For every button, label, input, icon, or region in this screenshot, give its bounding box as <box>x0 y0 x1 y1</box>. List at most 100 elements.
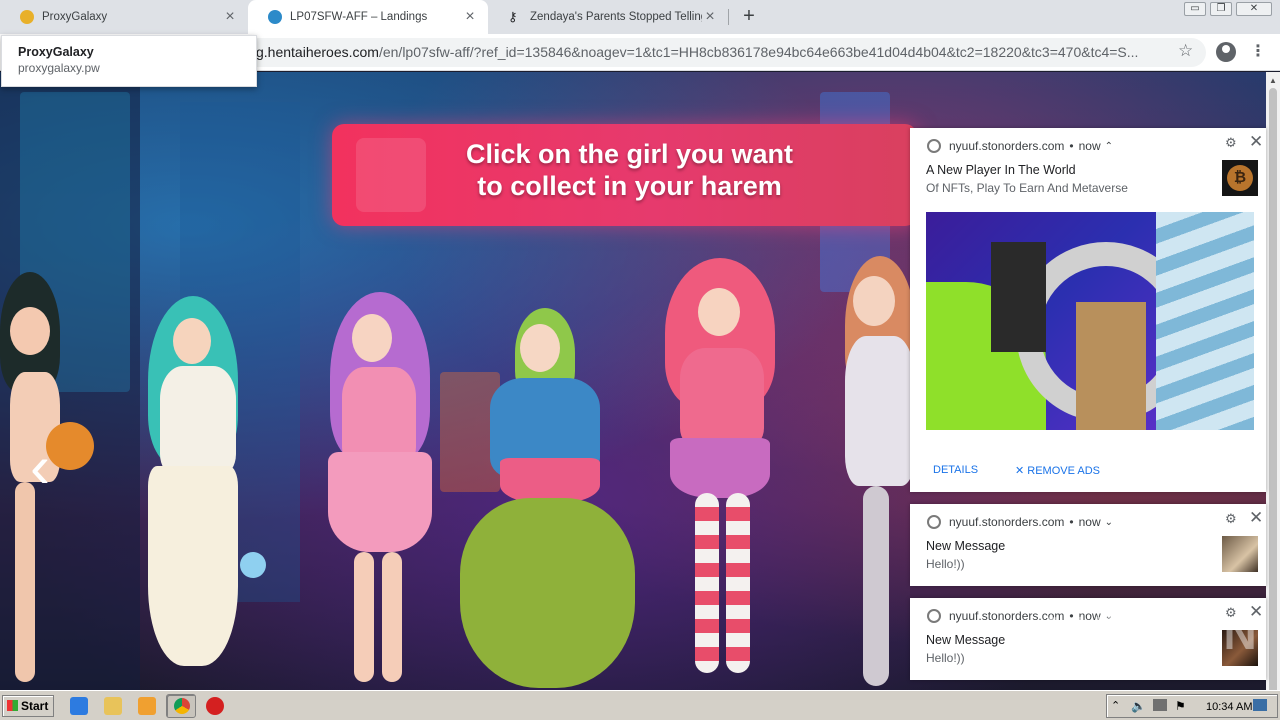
tab-landings[interactable]: LP07SFW-AFF – Landings × <box>248 0 488 34</box>
close-icon[interactable]: ✕ <box>1249 132 1263 152</box>
push-notification[interactable]: nyuuf.stonorders.com • now ⌃ ⚙ ✕ A New P… <box>910 128 1266 492</box>
gear-icon[interactable]: ⚙ <box>1225 135 1237 151</box>
character-face <box>352 314 392 362</box>
notification-title: A New Player In The World <box>926 163 1076 177</box>
chevron-down-icon[interactable]: ⌄ <box>1105 517 1113 528</box>
profile-avatar-icon[interactable] <box>1216 42 1236 62</box>
notification-time: now <box>1078 139 1101 153</box>
notification-title: New Message <box>926 633 1006 647</box>
character-dress <box>148 466 238 666</box>
close-window-button[interactable]: ✕ <box>1236 2 1272 16</box>
notification-source: nyuuf.stonorders.com <box>949 139 1065 153</box>
taskbar: Start ⌃ 🔈 ⚑ 10:34 AM <box>0 690 1280 720</box>
push-notification[interactable]: nyuuf.stonorders.com • now ⌄ ⚙ ✕ New Mes… <box>910 504 1266 586</box>
tab-strip: ProxyGalaxy × LP07SFW-AFF – Landings × ⚷… <box>0 0 1280 34</box>
character-leg <box>695 493 719 673</box>
hh-favicon-icon <box>268 10 282 24</box>
chrome-taskbar-button[interactable] <box>166 694 196 718</box>
minimize-button[interactable]: ▭ <box>1184 2 1206 16</box>
hover-card-title: ProxyGalaxy <box>18 45 94 59</box>
character-card[interactable] <box>650 258 790 678</box>
character-face <box>520 324 560 372</box>
banner-line-1: Click on the girl you want <box>465 139 794 169</box>
chevron-up-icon[interactable]: ⌃ <box>1111 699 1120 712</box>
character-leg <box>726 493 750 673</box>
close-icon[interactable]: ✕ <box>1249 508 1263 528</box>
notification-image[interactable] <box>926 212 1254 430</box>
new-tab-button[interactable]: + <box>738 6 760 28</box>
show-desktop-icon[interactable] <box>1253 699 1267 711</box>
character-body <box>845 336 915 486</box>
character-leg <box>354 552 374 682</box>
staff-orb <box>240 552 266 578</box>
notification-header: nyuuf.stonorders.com • now ⌃ <box>927 139 1113 153</box>
basketball-prop <box>46 422 94 470</box>
banner-line-2: to collect in your harem <box>477 171 782 201</box>
menu-kebab-icon[interactable]: ⋮ <box>1250 41 1266 61</box>
scroll-up-icon[interactable]: ▲ <box>1269 76 1277 85</box>
scrollbar-thumb[interactable] <box>1269 88 1277 696</box>
close-icon[interactable]: × <box>702 8 718 25</box>
character-leg <box>15 482 35 682</box>
snake-tail <box>460 498 635 688</box>
restore-button[interactable]: ❐ <box>1210 2 1232 16</box>
notification-header: nyuuf.stonorders.com • now ⌄ <box>927 515 1113 529</box>
tab-hover-card: ProxyGalaxy proxygalaxy.pw <box>1 35 257 87</box>
image-figure <box>991 242 1046 352</box>
key-icon: ⚷ <box>508 9 518 24</box>
bookmark-star-icon[interactable]: ☆ <box>1178 41 1193 61</box>
internet-explorer-icon[interactable] <box>70 697 88 715</box>
chrome-icon <box>174 698 190 714</box>
url-host: g.hentaiheroes.com <box>256 44 379 60</box>
notification-text: Of NFTs, Play To Earn And Metaverse <box>926 181 1128 195</box>
remove-ads-button[interactable]: ✕ REMOVE ADS <box>1015 464 1100 477</box>
hover-card-domain: proxygalaxy.pw <box>18 61 100 75</box>
character-body <box>680 348 764 448</box>
details-button[interactable]: DETAILS <box>933 464 978 476</box>
image-shape <box>1156 212 1254 430</box>
character-leg <box>863 486 889 686</box>
cta-banner[interactable]: Click on the girl you want to collect in… <box>332 124 917 226</box>
image-figure <box>1076 302 1146 430</box>
character-card[interactable] <box>320 292 440 682</box>
proxygalaxy-favicon-icon <box>20 10 34 24</box>
network-icon[interactable] <box>1153 699 1167 711</box>
page-scrollbar[interactable]: ▲ <box>1266 72 1280 696</box>
chrome-icon <box>927 139 941 153</box>
carousel-prev-arrow-icon[interactable]: ‹ <box>30 437 50 497</box>
character-card[interactable] <box>835 256 915 686</box>
anyrun-watermark: ANY RUN <box>1036 607 1259 659</box>
volume-icon[interactable]: 🔈 <box>1131 699 1146 713</box>
taskbar-clock: 10:34 AM <box>1206 701 1253 713</box>
close-icon[interactable]: × <box>462 8 478 25</box>
character-card[interactable] <box>0 272 100 682</box>
banner-text: Click on the girl you want to collect in… <box>332 138 927 202</box>
notification-source: nyuuf.stonorders.com <box>949 515 1065 529</box>
tab-zendaya[interactable]: ⚷ Zendaya's Parents Stopped Telling H × <box>488 0 728 34</box>
stop-icon[interactable] <box>206 697 224 715</box>
gear-icon[interactable]: ⚙ <box>1225 511 1237 527</box>
chrome-icon <box>927 515 941 529</box>
sender-avatar <box>1222 536 1258 572</box>
character-card[interactable] <box>138 296 266 686</box>
notification-time: now <box>1078 515 1101 529</box>
start-button[interactable]: Start <box>2 695 54 717</box>
character-dress <box>500 458 600 503</box>
notification-title: New Message <box>926 539 1006 553</box>
url-text[interactable]: g.hentaiheroes.com/en/lp07sfw-aff/?ref_i… <box>256 44 1166 60</box>
flag-icon[interactable]: ⚑ <box>1175 699 1186 713</box>
character-face <box>853 276 895 326</box>
close-icon[interactable]: × <box>222 8 238 25</box>
chrome-icon <box>927 609 941 623</box>
notification-text: Hello!)) <box>926 557 965 571</box>
character-body <box>160 366 236 476</box>
character-dress <box>328 452 432 552</box>
url-path: /en/lp07sfw-aff/?ref_id=135846&noagev=1&… <box>378 44 1139 60</box>
chevron-up-icon[interactable]: ⌃ <box>1105 141 1113 152</box>
tab-title: Zendaya's Parents Stopped Telling H <box>530 11 702 23</box>
character-leg <box>382 552 402 682</box>
character-card[interactable] <box>460 308 640 688</box>
media-player-icon[interactable] <box>138 697 156 715</box>
tab-proxygalaxy[interactable]: ProxyGalaxy × <box>0 0 248 34</box>
folder-icon[interactable] <box>104 697 122 715</box>
